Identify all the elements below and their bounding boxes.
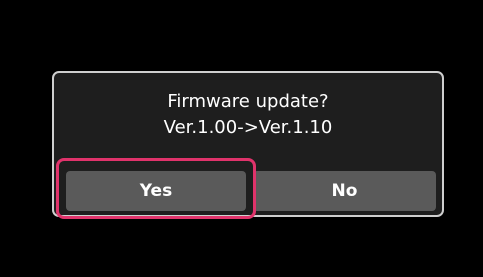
device-screen: Firmware update? Ver.1.00->Ver.1.10 Yes … [0,0,483,277]
dialog-message-version: Ver.1.00->Ver.1.10 [163,117,333,138]
dialog-message-question: Firmware update? [167,91,329,112]
no-button[interactable]: No [253,171,436,211]
yes-button[interactable]: Yes [66,171,246,211]
dialog-message: Firmware update? Ver.1.00->Ver.1.10 [54,89,442,141]
firmware-update-dialog: Firmware update? Ver.1.00->Ver.1.10 Yes … [52,71,444,217]
